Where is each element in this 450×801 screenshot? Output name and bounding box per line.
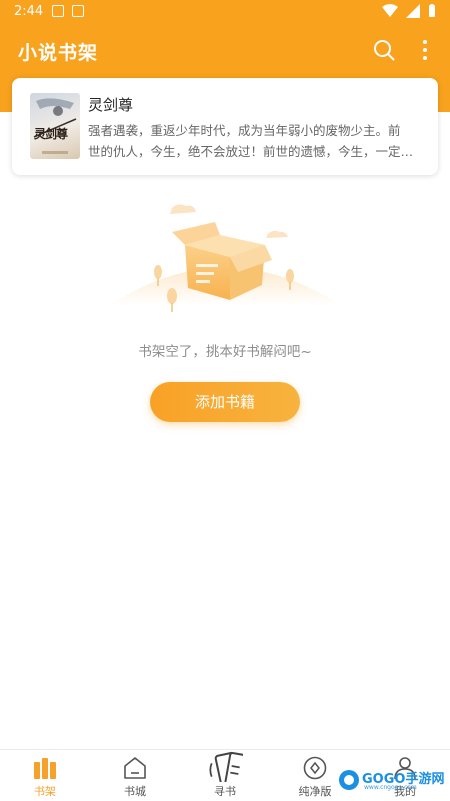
book-cover[interactable]: 灵剑尊 — [30, 93, 80, 159]
find-book-icon — [209, 751, 243, 782]
tab-label: 寻书 — [214, 785, 236, 798]
book-description-line: 世的仇人，今生，绝不会放过！前世的遗憾，今生，一定… — [88, 144, 414, 159]
tab-label: 书城 — [124, 785, 146, 798]
book-card[interactable]: 灵剑尊 灵剑尊 强者遇袭，重返少年时代，成为当年弱小的废物少主。前 世的仇人，今… — [12, 78, 438, 175]
empty-state-message: 书架空了，挑本好书解闷吧~ — [138, 344, 312, 360]
app-header: 小说书架 — [0, 24, 450, 80]
gallery-icon — [52, 5, 64, 17]
status-indicators — [382, 4, 436, 18]
wifi-icon — [382, 4, 398, 17]
status-time: 2:44 — [14, 4, 44, 19]
watermark-url: www.cngogo.com — [364, 784, 417, 791]
tab-find-book[interactable]: 寻书 — [180, 750, 270, 801]
book-description-line: 强者遇袭，重返少年时代，成为当年弱小的废物少主。前 — [88, 123, 401, 138]
signal-icon — [406, 4, 420, 18]
add-book-button[interactable]: 添加书籍 — [150, 382, 300, 422]
page-title: 小说书架 — [18, 42, 99, 64]
notification-icons — [52, 5, 84, 17]
bookshelf-icon — [34, 758, 56, 779]
status-bar: 2:44 — [0, 0, 450, 24]
site-watermark: GOGO手游网 www.cngogo.com — [338, 768, 444, 792]
tab-label: 书架 — [34, 785, 56, 798]
empty-box-illustration — [110, 204, 340, 312]
font-icon — [72, 5, 84, 17]
book-cover-title: 灵剑尊 — [34, 127, 68, 141]
tab-bookshelf[interactable]: 书架 — [0, 750, 90, 801]
tab-bookstore[interactable]: 书城 — [90, 750, 180, 801]
search-icon[interactable] — [372, 38, 396, 62]
book-description: 强者遇袭，重返少年时代，成为当年弱小的废物少主。前 世的仇人，今生，绝不会放过！… — [88, 120, 424, 162]
bookstore-icon — [124, 757, 146, 779]
pure-version-icon — [303, 756, 327, 780]
battery-icon — [429, 4, 435, 17]
more-options-icon[interactable] — [418, 38, 432, 62]
watermark-logo-icon — [339, 770, 359, 790]
book-title: 灵剑尊 — [88, 96, 134, 114]
